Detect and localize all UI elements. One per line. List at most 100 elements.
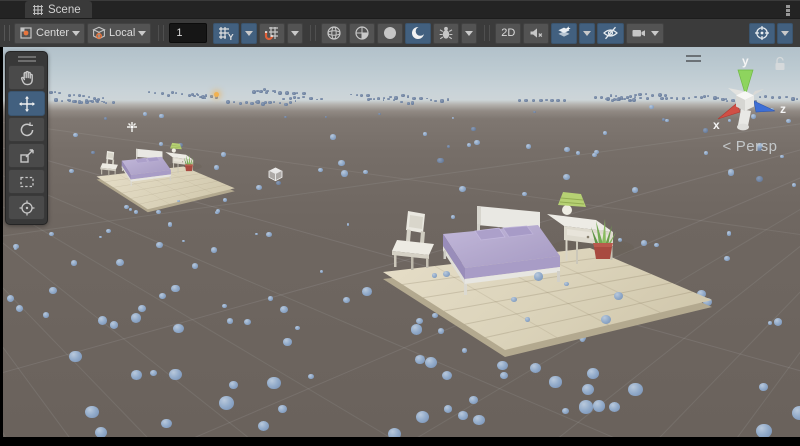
scene-sphere <box>426 98 428 100</box>
scene-sphere <box>284 103 288 106</box>
chevron-down-icon <box>583 31 591 36</box>
scene-sphere <box>309 97 312 100</box>
scene-sphere <box>318 168 322 172</box>
grid-visibility-dropdown[interactable] <box>241 23 257 44</box>
scene-sphere <box>227 318 233 324</box>
hand-icon <box>18 69 36 87</box>
scene-sphere <box>367 98 370 101</box>
rect-icon <box>18 173 36 191</box>
scene-sphere <box>112 101 115 104</box>
effects-button[interactable] <box>433 23 459 44</box>
tab-bar: Scene <box>0 0 800 18</box>
snap-settings-dropdown[interactable] <box>287 23 303 44</box>
tab-scene[interactable]: Scene <box>25 1 92 18</box>
scene-sphere <box>293 96 296 98</box>
effects-dropdown[interactable] <box>461 23 477 44</box>
scene-sphere <box>338 160 344 166</box>
light-gizmo-icon[interactable] <box>126 121 138 133</box>
scene-sphere <box>467 143 471 147</box>
toolbar-grip-handle[interactable] <box>4 25 10 41</box>
shading-shaded-button[interactable] <box>377 23 403 44</box>
bug-icon <box>438 25 454 41</box>
2d-toggle-button[interactable]: 2D <box>495 23 521 44</box>
light-flare-gizmo-icon[interactable] <box>214 92 219 97</box>
scene-lighting-button[interactable] <box>405 23 431 44</box>
pivot-rotation-dropdown[interactable]: Local <box>87 23 151 44</box>
pan-tool-button[interactable] <box>8 65 45 90</box>
scene-sphere <box>239 102 242 105</box>
camera-icon <box>631 26 648 40</box>
audio-toggle-button[interactable] <box>523 23 549 44</box>
scene-sphere <box>173 324 184 334</box>
grid-visibility-button[interactable]: Y <box>213 23 239 44</box>
scene-sphere <box>533 111 536 113</box>
scene-sphere <box>71 260 77 266</box>
gizmos-button[interactable] <box>749 23 775 44</box>
scene-sphere <box>274 90 277 92</box>
scene-sphere <box>182 240 185 243</box>
tab-scene-label: Scene <box>48 4 81 16</box>
axis-z-cone[interactable] <box>754 101 775 112</box>
scene-sphere <box>563 174 570 180</box>
scene-sphere <box>665 97 668 100</box>
unlocked-padlock-icon[interactable] <box>776 58 785 71</box>
scene-sphere <box>412 97 415 100</box>
scene-sphere <box>532 99 536 103</box>
tools-overlay <box>5 51 48 225</box>
scene-sphere <box>99 236 102 239</box>
gizmos-dropdown[interactable] <box>777 23 793 44</box>
bedroom-model-far[interactable] <box>94 142 244 222</box>
scene-sphere <box>192 263 198 269</box>
bedroom-model-near[interactable] <box>377 190 722 370</box>
scene-sphere <box>756 176 763 182</box>
snap-increment-input[interactable] <box>169 23 207 43</box>
shading-wireframe-button[interactable] <box>321 23 347 44</box>
layers-sparkle-icon <box>556 25 572 41</box>
pivot-mode-dropdown[interactable]: Center <box>14 23 85 44</box>
toolbar-separator <box>484 25 490 41</box>
camera-settings-button[interactable] <box>626 23 664 44</box>
scene-sphere <box>609 402 621 413</box>
scene-sphere <box>756 424 772 437</box>
kebab-menu-icon[interactable] <box>786 5 790 16</box>
scene-sphere <box>204 97 206 99</box>
chevron-down-icon <box>781 31 789 36</box>
cube-gizmo-icon[interactable] <box>267 166 284 183</box>
scene-sphere <box>131 313 142 323</box>
scene-sphere <box>85 406 99 419</box>
rotate-tool-button[interactable] <box>8 117 45 142</box>
grid-y-icon: Y <box>218 26 234 41</box>
snap-settings-button[interactable] <box>259 23 285 44</box>
transform-tool-button[interactable] <box>8 195 45 220</box>
scale-icon <box>18 147 36 165</box>
scene-sphere <box>419 97 423 100</box>
scene-sphere <box>377 98 380 101</box>
scene-sphere <box>632 98 636 101</box>
scene-viewport[interactable]: y x z <Persp <box>3 47 800 437</box>
scene-sphere <box>161 419 171 429</box>
scene-sphere <box>724 256 730 262</box>
scene-sphere <box>440 99 444 102</box>
scene-visibility-button[interactable] <box>597 23 624 44</box>
speaker-muted-icon <box>528 25 544 41</box>
scene-sphere <box>350 94 352 96</box>
scene-sphere <box>682 97 685 100</box>
scene-sphere <box>104 117 107 120</box>
rect-tool-button[interactable] <box>8 169 45 194</box>
scene-sphere <box>360 94 363 97</box>
effects-layers-button[interactable] <box>551 23 577 44</box>
scene-sphere <box>266 90 269 93</box>
scene-sphere <box>320 270 323 273</box>
effects-layers-dropdown[interactable] <box>579 23 595 44</box>
axis-x-label: x <box>713 118 720 132</box>
perspective-toggle[interactable]: <Persp <box>703 138 797 155</box>
orientation-drag-handle[interactable] <box>686 55 701 65</box>
shading-shaded-wireframe-button[interactable] <box>349 23 375 44</box>
scale-tool-button[interactable] <box>8 143 45 168</box>
scene-sphere <box>316 99 318 101</box>
move-tool-button[interactable] <box>8 91 45 116</box>
scene-sphere <box>78 94 81 97</box>
scene-sphere <box>330 134 336 139</box>
tools-drag-handle[interactable] <box>18 56 36 62</box>
scene-sphere <box>102 97 104 99</box>
